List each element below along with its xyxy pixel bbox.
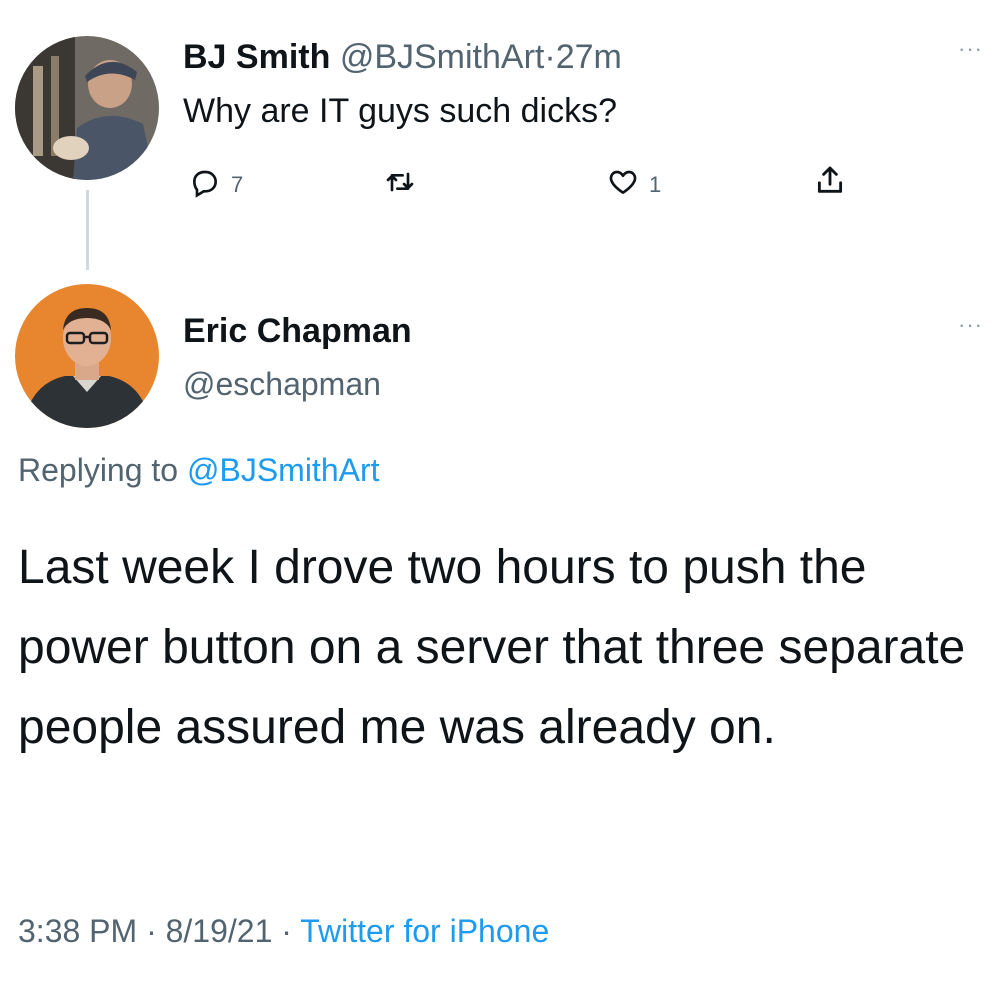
tweet-metadata: 3:38 PM · 8/19/21 · Twitter for iPhone	[18, 913, 549, 950]
timestamp-date[interactable]: 8/19/21	[166, 913, 273, 949]
reply-icon	[189, 166, 221, 204]
like-count: 1	[649, 172, 662, 197]
footer-separator-1: ·	[146, 913, 157, 949]
bj-smith-avatar[interactable]	[15, 36, 159, 180]
retweet-button[interactable]	[383, 166, 417, 204]
tweet-source-link[interactable]: Twitter for iPhone	[300, 913, 549, 949]
author-name[interactable]: BJ Smith	[183, 38, 330, 76]
tweet-text: Why are IT guys such dicks?	[183, 92, 617, 130]
reply-author-name[interactable]: Eric Chapman	[183, 312, 412, 351]
replying-to-line: Replying to @BJSmithArt	[18, 452, 380, 489]
reply-author-handle[interactable]: @eschapman	[183, 366, 381, 403]
share-button[interactable]	[813, 162, 847, 204]
reply-count: 7	[231, 172, 244, 197]
retweet-icon	[383, 166, 417, 204]
replying-to-handle-link[interactable]: @BJSmithArt	[187, 452, 380, 488]
like-button[interactable]: 1	[607, 166, 661, 204]
tweet-header: BJ Smith @BJSmithArt·27m	[183, 38, 622, 77]
tweet-actions-bar: 7 1	[183, 162, 883, 206]
replying-to-label: Replying to	[18, 452, 179, 488]
thread-connector-line	[86, 190, 89, 270]
more-icon[interactable]: ···	[958, 36, 983, 62]
footer-separator-2: ·	[281, 913, 292, 949]
like-icon	[607, 166, 639, 204]
header-separator: ·	[544, 38, 556, 76]
reply-button[interactable]: 7	[189, 166, 243, 204]
author-handle[interactable]: @BJSmithArt	[340, 38, 545, 76]
eric-chapman-avatar[interactable]	[15, 284, 159, 428]
more-icon[interactable]: ···	[958, 312, 983, 338]
timestamp-time[interactable]: 3:38 PM	[18, 913, 137, 949]
share-icon	[813, 162, 847, 204]
tweet-time[interactable]: 27m	[556, 38, 622, 76]
reply-text: Last week I drove two hours to push the …	[18, 541, 966, 754]
